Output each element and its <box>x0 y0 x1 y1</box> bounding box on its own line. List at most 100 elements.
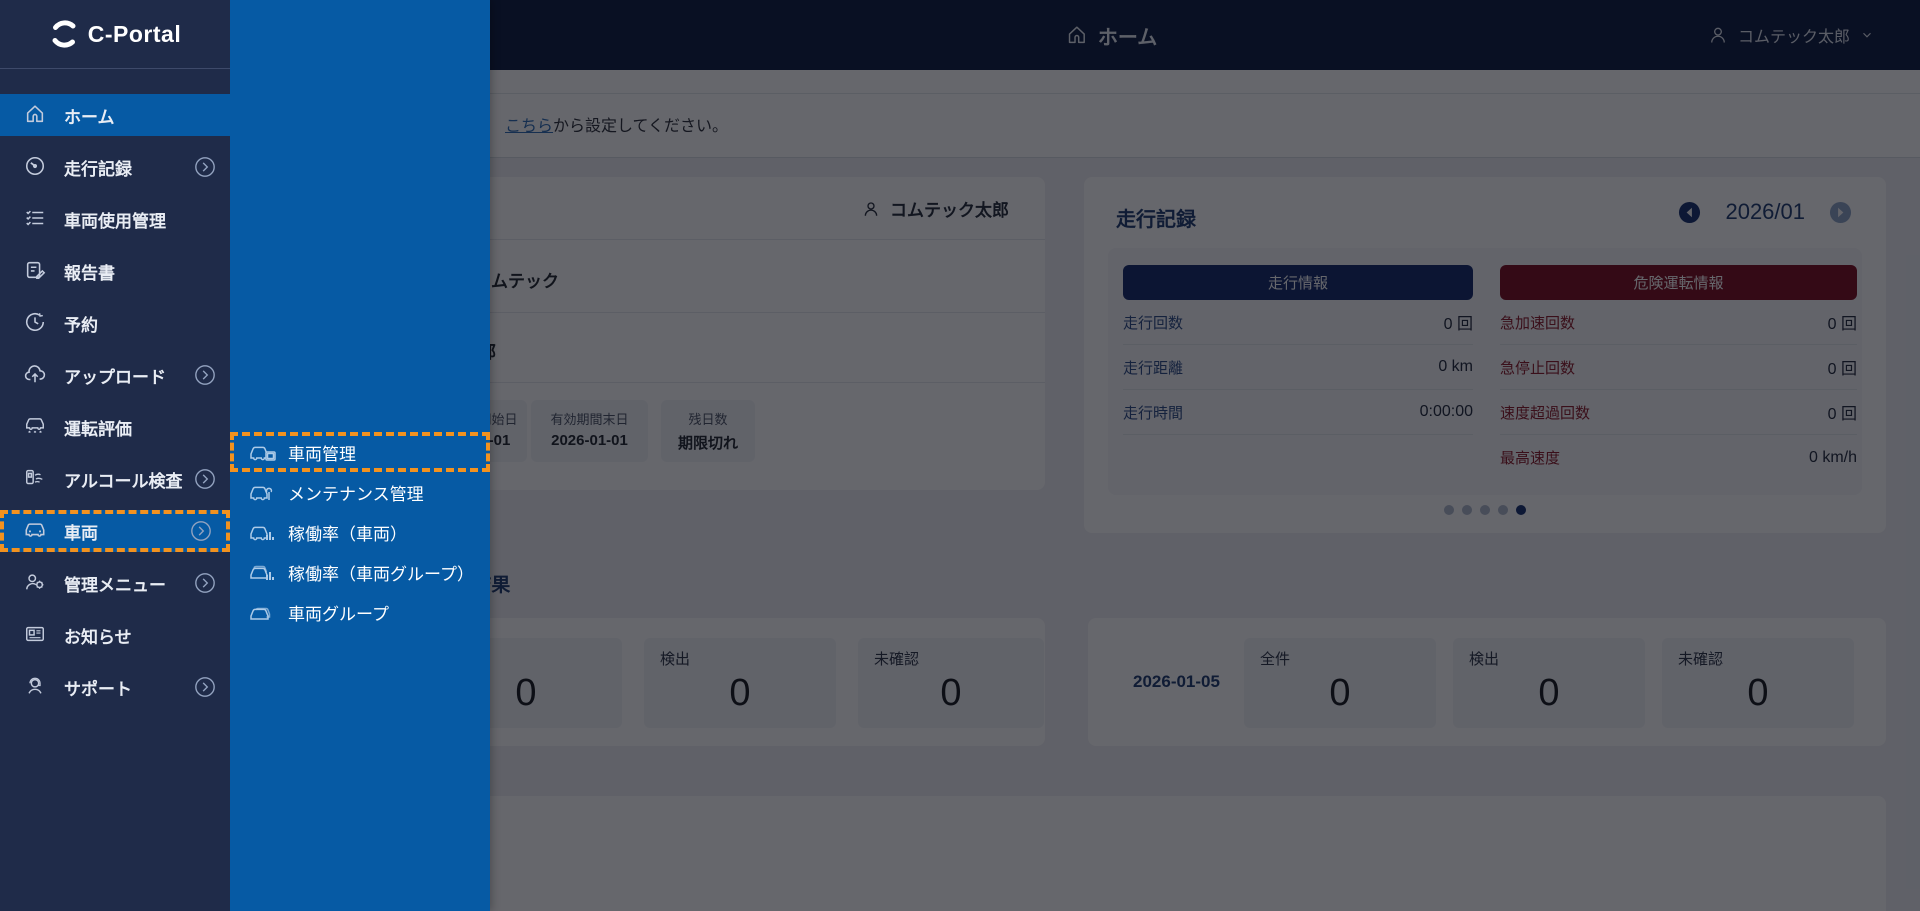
stat-box-value: 0 <box>644 672 836 715</box>
user-icon <box>1708 25 1728 45</box>
stat-value: 0 km <box>1438 358 1473 376</box>
chevron-right-icon <box>194 364 216 386</box>
submenu-item-utilization-vehicle[interactable]: 稼働率（車両） <box>230 512 490 552</box>
stat-box-value: 0 <box>1244 672 1436 715</box>
profile-user-name: コムテック太郎 <box>890 196 1009 221</box>
stat-box-value: 0 <box>1662 672 1854 715</box>
sidebar-item-vehicles[interactable]: 車両 <box>0 510 230 552</box>
checklist-icon <box>24 207 48 231</box>
sidebar-item-label: アップロード <box>64 363 166 388</box>
stat-row: 最高速度 0 km/h <box>1500 435 1857 480</box>
danger-info-column: 危険運転情報 急加速回数 0 回 急停止回数 0 回 速度超過回数 0 回 最高… <box>1500 248 1857 495</box>
profile-company-row: コムテック <box>460 240 1045 313</box>
sidebar-item-home[interactable]: ホーム <box>0 94 230 136</box>
cloud-upload-icon <box>24 363 48 387</box>
validity-end-label: 有効期間末日 <box>531 409 648 428</box>
stat-row: 走行回数 0 回 <box>1123 300 1473 345</box>
app-logo[interactable]: C-Portal <box>0 0 230 69</box>
stat-value: 0 回 <box>1828 355 1857 379</box>
sidebar-item-news[interactable]: お知らせ <box>0 614 230 656</box>
alcohol-stats-card-left: 全件 0 検出 0 未確認 0 <box>410 618 1045 746</box>
days-remaining-value: 期限切れ <box>661 432 755 453</box>
submenu-item-label: 車両グループ <box>288 600 389 625</box>
profile-user: コムテック太郎 <box>862 177 1009 240</box>
next-month-button[interactable] <box>1829 201 1852 224</box>
sidebar-item-support[interactable]: サポート <box>0 666 230 708</box>
submenu-item-vehicle-group[interactable]: 車両グループ <box>230 592 490 632</box>
stat-box-value: 0 <box>1453 672 1645 715</box>
stat-value: 0 回 <box>1828 400 1857 424</box>
chevron-down-icon <box>1860 28 1874 42</box>
stat-row: 急加速回数 0 回 <box>1500 300 1857 345</box>
submenu-item-utilization-vehicle-group[interactable]: 稼働率（車両グループ） <box>230 552 490 592</box>
sidebar-item-trip-records[interactable]: 走行記録 <box>0 146 230 188</box>
sidebar-item-reservations[interactable]: 予約 <box>0 302 230 344</box>
trip-record-card: 走行記録 2026/01 走行情報 走行回数 0 回 走行距離 0 km 走行時… <box>1084 177 1886 533</box>
sidebar-item-driving-evaluation[interactable]: 運転評価 <box>0 406 230 448</box>
chevron-right-icon <box>194 468 216 490</box>
drive-info-tab: 走行情報 <box>1123 265 1473 300</box>
total-box: 全件 0 <box>1244 638 1436 728</box>
stat-row: 急停止回数 0 回 <box>1500 345 1857 390</box>
admin-gear-icon <box>24 571 48 595</box>
stat-label: 走行距離 <box>1123 357 1183 378</box>
submenu-item-label: 車両管理 <box>288 440 356 465</box>
c-portal-logo-icon <box>49 19 79 49</box>
sidebar-item-label: 管理メニュー <box>64 571 166 596</box>
sidebar-item-label: 車両使用管理 <box>64 207 166 232</box>
carousel-dots[interactable] <box>1084 505 1886 515</box>
dot[interactable] <box>1498 505 1508 515</box>
report-icon <box>24 259 48 283</box>
breathalyzer-icon <box>24 467 48 491</box>
submenu-item-label: メンテナンス管理 <box>288 480 424 505</box>
sidebar-item-upload[interactable]: アップロード <box>0 354 230 396</box>
sidebar: C-Portal ホーム 走行記録 車両使用管理 報告書 予約 アップロード <box>0 0 230 911</box>
period-navigator: 2026/01 <box>1678 199 1852 225</box>
stat-row: 走行時間 0:00:00 <box>1123 390 1473 435</box>
submenu-item-vehicle-management[interactable]: 車両管理 <box>230 432 490 472</box>
sidebar-item-alcohol-check[interactable]: アルコール検査 <box>0 458 230 500</box>
alcohol-stats-card-right: 2026-01-05 全件 0 検出 0 未確認 0 <box>1088 618 1886 746</box>
profile-card: コムテック太郎 コムテック 部 有効期間開始日 2026-01-01 有効期間末… <box>460 177 1045 490</box>
sidebar-item-label: 走行記録 <box>64 155 132 180</box>
dot[interactable] <box>1462 505 1472 515</box>
dot[interactable] <box>1444 505 1454 515</box>
stat-label: 最高速度 <box>1500 447 1560 468</box>
sidebar-item-label: 報告書 <box>64 259 115 284</box>
sidebar-item-vehicle-usage[interactable]: 車両使用管理 <box>0 198 230 240</box>
validity-end-box: 有効期間末日 2026-01-01 <box>531 400 648 462</box>
sidebar-item-label: 車両 <box>64 519 98 544</box>
submenu-item-label: 稼働率（車両） <box>288 520 407 545</box>
stat-value: 0 回 <box>1444 310 1473 334</box>
submenu-item-maintenance-management[interactable]: メンテナンス管理 <box>230 472 490 512</box>
user-menu[interactable]: コムテック太郎 <box>1708 0 1874 70</box>
stat-row: 速度超過回数 0 回 <box>1500 390 1857 435</box>
stat-label: 走行時間 <box>1123 402 1183 423</box>
news-icon <box>24 623 48 647</box>
profile-card-header: コムテック太郎 <box>460 177 1045 240</box>
stat-box-label: 未確認 <box>874 648 919 669</box>
stat-label: 走行回数 <box>1123 312 1183 333</box>
car-group-icon <box>250 602 276 622</box>
car-wrench-icon <box>250 482 276 502</box>
unconfirmed-box: 未確認 0 <box>1662 638 1854 728</box>
notice-link[interactable]: こちら <box>505 118 553 135</box>
stat-row: 走行距離 0 km <box>1123 345 1473 390</box>
sidebar-item-reports[interactable]: 報告書 <box>0 250 230 292</box>
stat-label: 急加速回数 <box>1500 312 1575 333</box>
dot-active[interactable] <box>1516 505 1526 515</box>
gauge-icon <box>24 155 48 179</box>
days-remaining-label: 残日数 <box>661 409 755 428</box>
notice-text: こちらから設定してください。 <box>505 112 728 136</box>
sidebar-item-label: アルコール検査 <box>64 467 183 492</box>
prev-month-button[interactable] <box>1678 201 1701 224</box>
clock-icon <box>24 311 48 335</box>
dot[interactable] <box>1480 505 1490 515</box>
sidebar-item-admin-menu[interactable]: 管理メニュー <box>0 562 230 604</box>
drive-info-column: 走行情報 走行回数 0 回 走行距離 0 km 走行時間 0:00:00 <box>1123 248 1473 495</box>
user-icon <box>862 200 880 218</box>
chevron-right-icon <box>194 156 216 178</box>
home-icon <box>1066 24 1088 46</box>
page-title-text: ホーム <box>1098 21 1157 50</box>
chevron-right-icon <box>194 676 216 698</box>
